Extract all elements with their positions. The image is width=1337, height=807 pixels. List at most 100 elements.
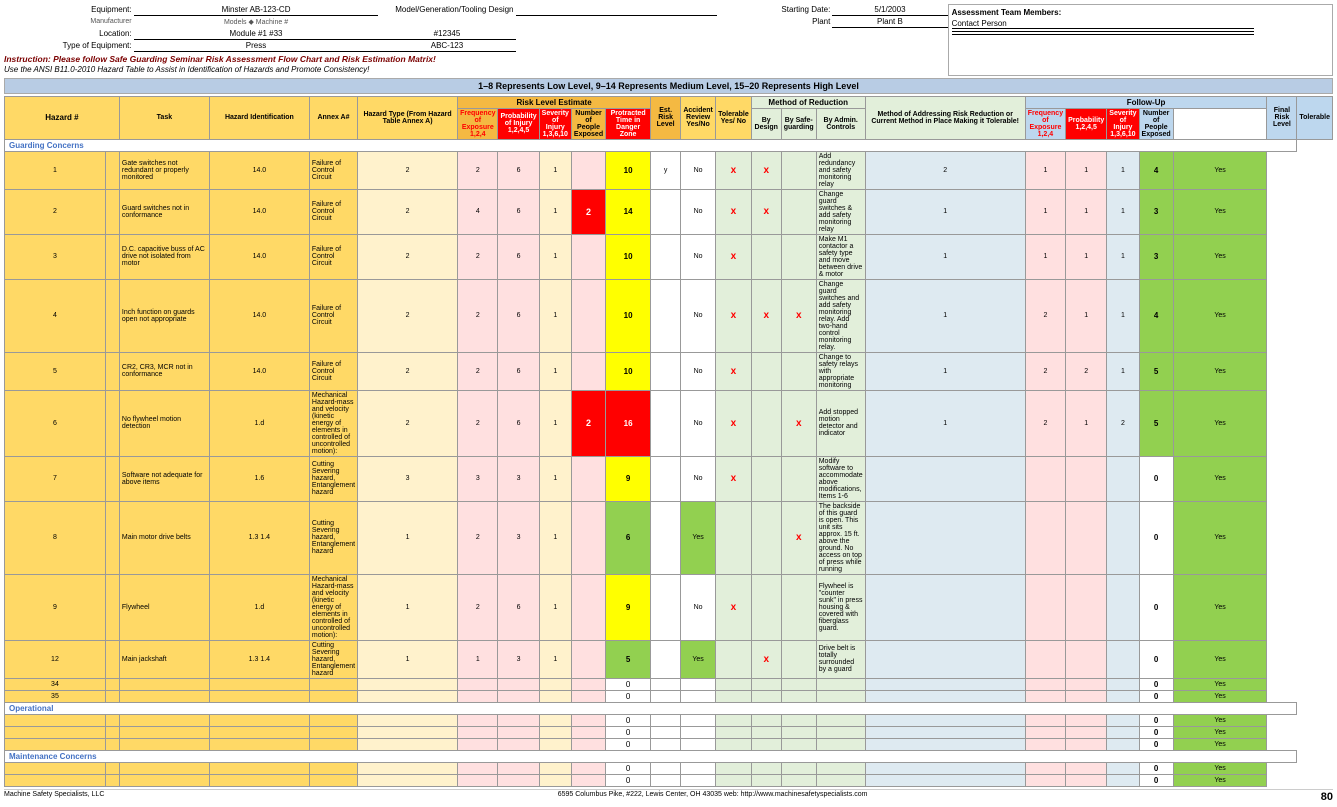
prot-header: Protracted Time in Danger Zone (606, 108, 651, 139)
cell-4-15 (781, 352, 816, 390)
cell-9-10: 5 (606, 640, 651, 678)
cell-4-20: 1 (1107, 352, 1139, 390)
cell-3-9 (571, 279, 605, 352)
prob-header: Probability of Injury 1,2,4,5 (498, 108, 539, 139)
cell-7-2: Main motor drive belts (119, 501, 209, 574)
cell-1-21: 3 (1139, 189, 1173, 234)
cell-1-3: 14.0 (209, 189, 309, 234)
cell-2-0: 3 (5, 234, 106, 279)
cell-5-13: x (716, 390, 752, 456)
table-row: 8Main motor drive belts1.3 1.4Cutting Se… (5, 501, 1333, 574)
cell-8-11 (651, 574, 681, 640)
cell-9-11 (651, 640, 681, 678)
tol2-header: Tolerable (1297, 96, 1333, 139)
cell-10-1 (105, 678, 119, 690)
cell-0-8 (539, 714, 571, 726)
cell-2-20 (1107, 738, 1139, 750)
cell-10-2 (119, 678, 209, 690)
cell-1-8 (539, 726, 571, 738)
est-risk-header: Est. Risk Level (651, 96, 681, 139)
cell-7-19 (1066, 501, 1107, 574)
cell-6-9 (571, 456, 605, 501)
cell-6-7: 3 (498, 456, 539, 501)
cell-5-6: 2 (458, 390, 498, 456)
cell-1-5: 2 (358, 189, 458, 234)
cell-1-1 (105, 774, 119, 786)
cell-8-1 (105, 574, 119, 640)
cell-1-18: 1 (1025, 189, 1065, 234)
cell-4-12: No (681, 352, 716, 390)
cell-6-20 (1107, 456, 1139, 501)
cell-2-22: Yes (1173, 234, 1267, 279)
cell-0-1 (105, 762, 119, 774)
cell-0-21: 0 (1139, 762, 1173, 774)
cell-1-16: Change guard switches & add safety monit… (816, 189, 865, 234)
cell-1-10: 0 (606, 726, 651, 738)
cell-3-7: 6 (498, 279, 539, 352)
followup-header: Follow-Up (1025, 96, 1267, 108)
cell-8-21: 0 (1139, 574, 1173, 640)
cell-0-22: Yes (1173, 762, 1267, 774)
cell-1-1 (105, 726, 119, 738)
table-row: 6No flywheel motion detection1.dMechanic… (5, 390, 1333, 456)
cell-2-18: 1 (1025, 234, 1065, 279)
cell-0-21: 0 (1139, 714, 1173, 726)
table-row: 00Yes (5, 774, 1333, 786)
cell-10-22: Yes (1173, 678, 1267, 690)
cell-1-10: 0 (606, 774, 651, 786)
cell-3-6: 2 (458, 279, 498, 352)
cell-4-16: Change to safety relays with appropriate… (816, 352, 865, 390)
cell-8-17 (865, 574, 1025, 640)
cell-10-0: 34 (5, 678, 106, 690)
cell-0-4 (309, 762, 357, 774)
cell-3-11 (651, 279, 681, 352)
cell-2-10: 10 (606, 234, 651, 279)
cell-2-20: 1 (1107, 234, 1139, 279)
cell-6-15 (781, 456, 816, 501)
cell-1-3 (209, 726, 309, 738)
cell-0-22: Yes (1173, 714, 1267, 726)
cell-0-18 (1025, 762, 1065, 774)
cell-11-7 (498, 690, 539, 702)
cell-6-13: x (716, 456, 752, 501)
cell-9-3: 1.3 1.4 (209, 640, 309, 678)
cell-3-14: x (751, 279, 781, 352)
cell-3-22: Yes (1173, 279, 1267, 352)
cell-1-13 (716, 726, 752, 738)
cell-9-0: 12 (5, 640, 106, 678)
cell-7-18 (1025, 501, 1065, 574)
cell-3-12: No (681, 279, 716, 352)
cell-2-8: 1 (539, 234, 571, 279)
cell-5-1 (105, 390, 119, 456)
cell-2-1 (105, 234, 119, 279)
cell-8-8: 1 (539, 574, 571, 640)
cell-8-13: x (716, 574, 752, 640)
header-left: Equipment: Minster AB-123-CD Model/Gener… (4, 4, 948, 76)
cell-7-5: 1 (358, 501, 458, 574)
cell-1-7 (498, 774, 539, 786)
npe-header: Number of People Exposed (571, 108, 605, 139)
cell-8-15 (781, 574, 816, 640)
cell-0-6: 2 (458, 151, 498, 189)
cell-0-4 (309, 714, 357, 726)
cell-5-0: 6 (5, 390, 106, 456)
cell-3-10: 10 (606, 279, 651, 352)
cell-7-15: x (781, 501, 816, 574)
cell-1-22: Yes (1173, 726, 1267, 738)
cell-3-13: x (716, 279, 752, 352)
cell-11-2 (119, 690, 209, 702)
cell-7-10: 6 (606, 501, 651, 574)
cell-0-2: Gate switches not redundant or properly … (119, 151, 209, 189)
cell-11-3 (209, 690, 309, 702)
cell-9-14: x (751, 640, 781, 678)
cell-3-21: 4 (1139, 279, 1173, 352)
table-row: 00Yes (5, 714, 1333, 726)
cell-2-14 (751, 234, 781, 279)
cell-8-4: Mechanical Hazard-mass and velocity (kin… (309, 574, 357, 640)
section-header-operational: Operational (5, 702, 1297, 714)
cell-0-8: 1 (539, 151, 571, 189)
cell-0-3 (209, 762, 309, 774)
cell-0-15 (781, 762, 816, 774)
cell-8-2: Flywheel (119, 574, 209, 640)
cell-1-11 (651, 774, 681, 786)
